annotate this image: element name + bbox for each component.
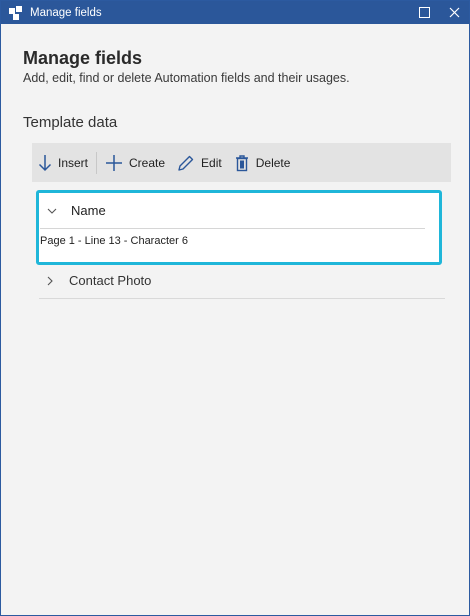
chevron-right-icon[interactable] <box>45 276 59 286</box>
toolbar: Insert Create Edit Delete <box>32 143 451 182</box>
trash-icon <box>235 154 248 171</box>
insert-label: Insert <box>58 155 89 170</box>
maximize-icon <box>418 7 430 18</box>
plus-icon <box>106 154 123 171</box>
edit-button[interactable]: Edit <box>171 143 228 182</box>
delete-button[interactable]: Delete <box>228 143 297 182</box>
pencil-icon <box>178 155 194 171</box>
page-subtitle: Add, edit, find or delete Automation fie… <box>23 71 350 85</box>
field-name: Contact Photo <box>69 273 152 288</box>
page-title: Manage fields <box>23 48 143 68</box>
insert-button[interactable]: Insert <box>32 143 94 182</box>
divider <box>39 298 445 299</box>
arrow-down-icon <box>38 154 52 171</box>
title-bar: Manage fields <box>1 1 469 24</box>
window-title: Manage fields <box>30 6 102 19</box>
field-name: Name <box>71 203 106 218</box>
delete-label: Delete <box>255 155 291 170</box>
create-button[interactable]: Create <box>99 143 171 182</box>
maximize-button[interactable] <box>409 1 439 24</box>
field-item-contact-photo[interactable]: Contact Photo <box>45 273 151 288</box>
field-item-name[interactable]: Name Page 1 - Line 13 - Character 6 <box>36 190 442 265</box>
toolbar-separator <box>96 151 98 174</box>
edit-label: Edit <box>201 155 222 170</box>
create-label: Create <box>129 155 166 170</box>
app-logo-icon <box>8 5 24 21</box>
divider <box>40 228 425 229</box>
close-icon <box>449 7 459 18</box>
field-header[interactable]: Name <box>47 203 106 218</box>
chevron-down-icon[interactable] <box>47 206 61 216</box>
manage-fields-window: Manage fields Manage fields Add, edit, f… <box>0 0 470 616</box>
header: Manage fields Add, edit, find or delete … <box>23 46 449 85</box>
field-usage-item[interactable]: Page 1 - Line 13 - Character 6 <box>39 235 188 247</box>
close-button[interactable] <box>439 1 469 24</box>
section-title: Template data <box>23 114 118 131</box>
